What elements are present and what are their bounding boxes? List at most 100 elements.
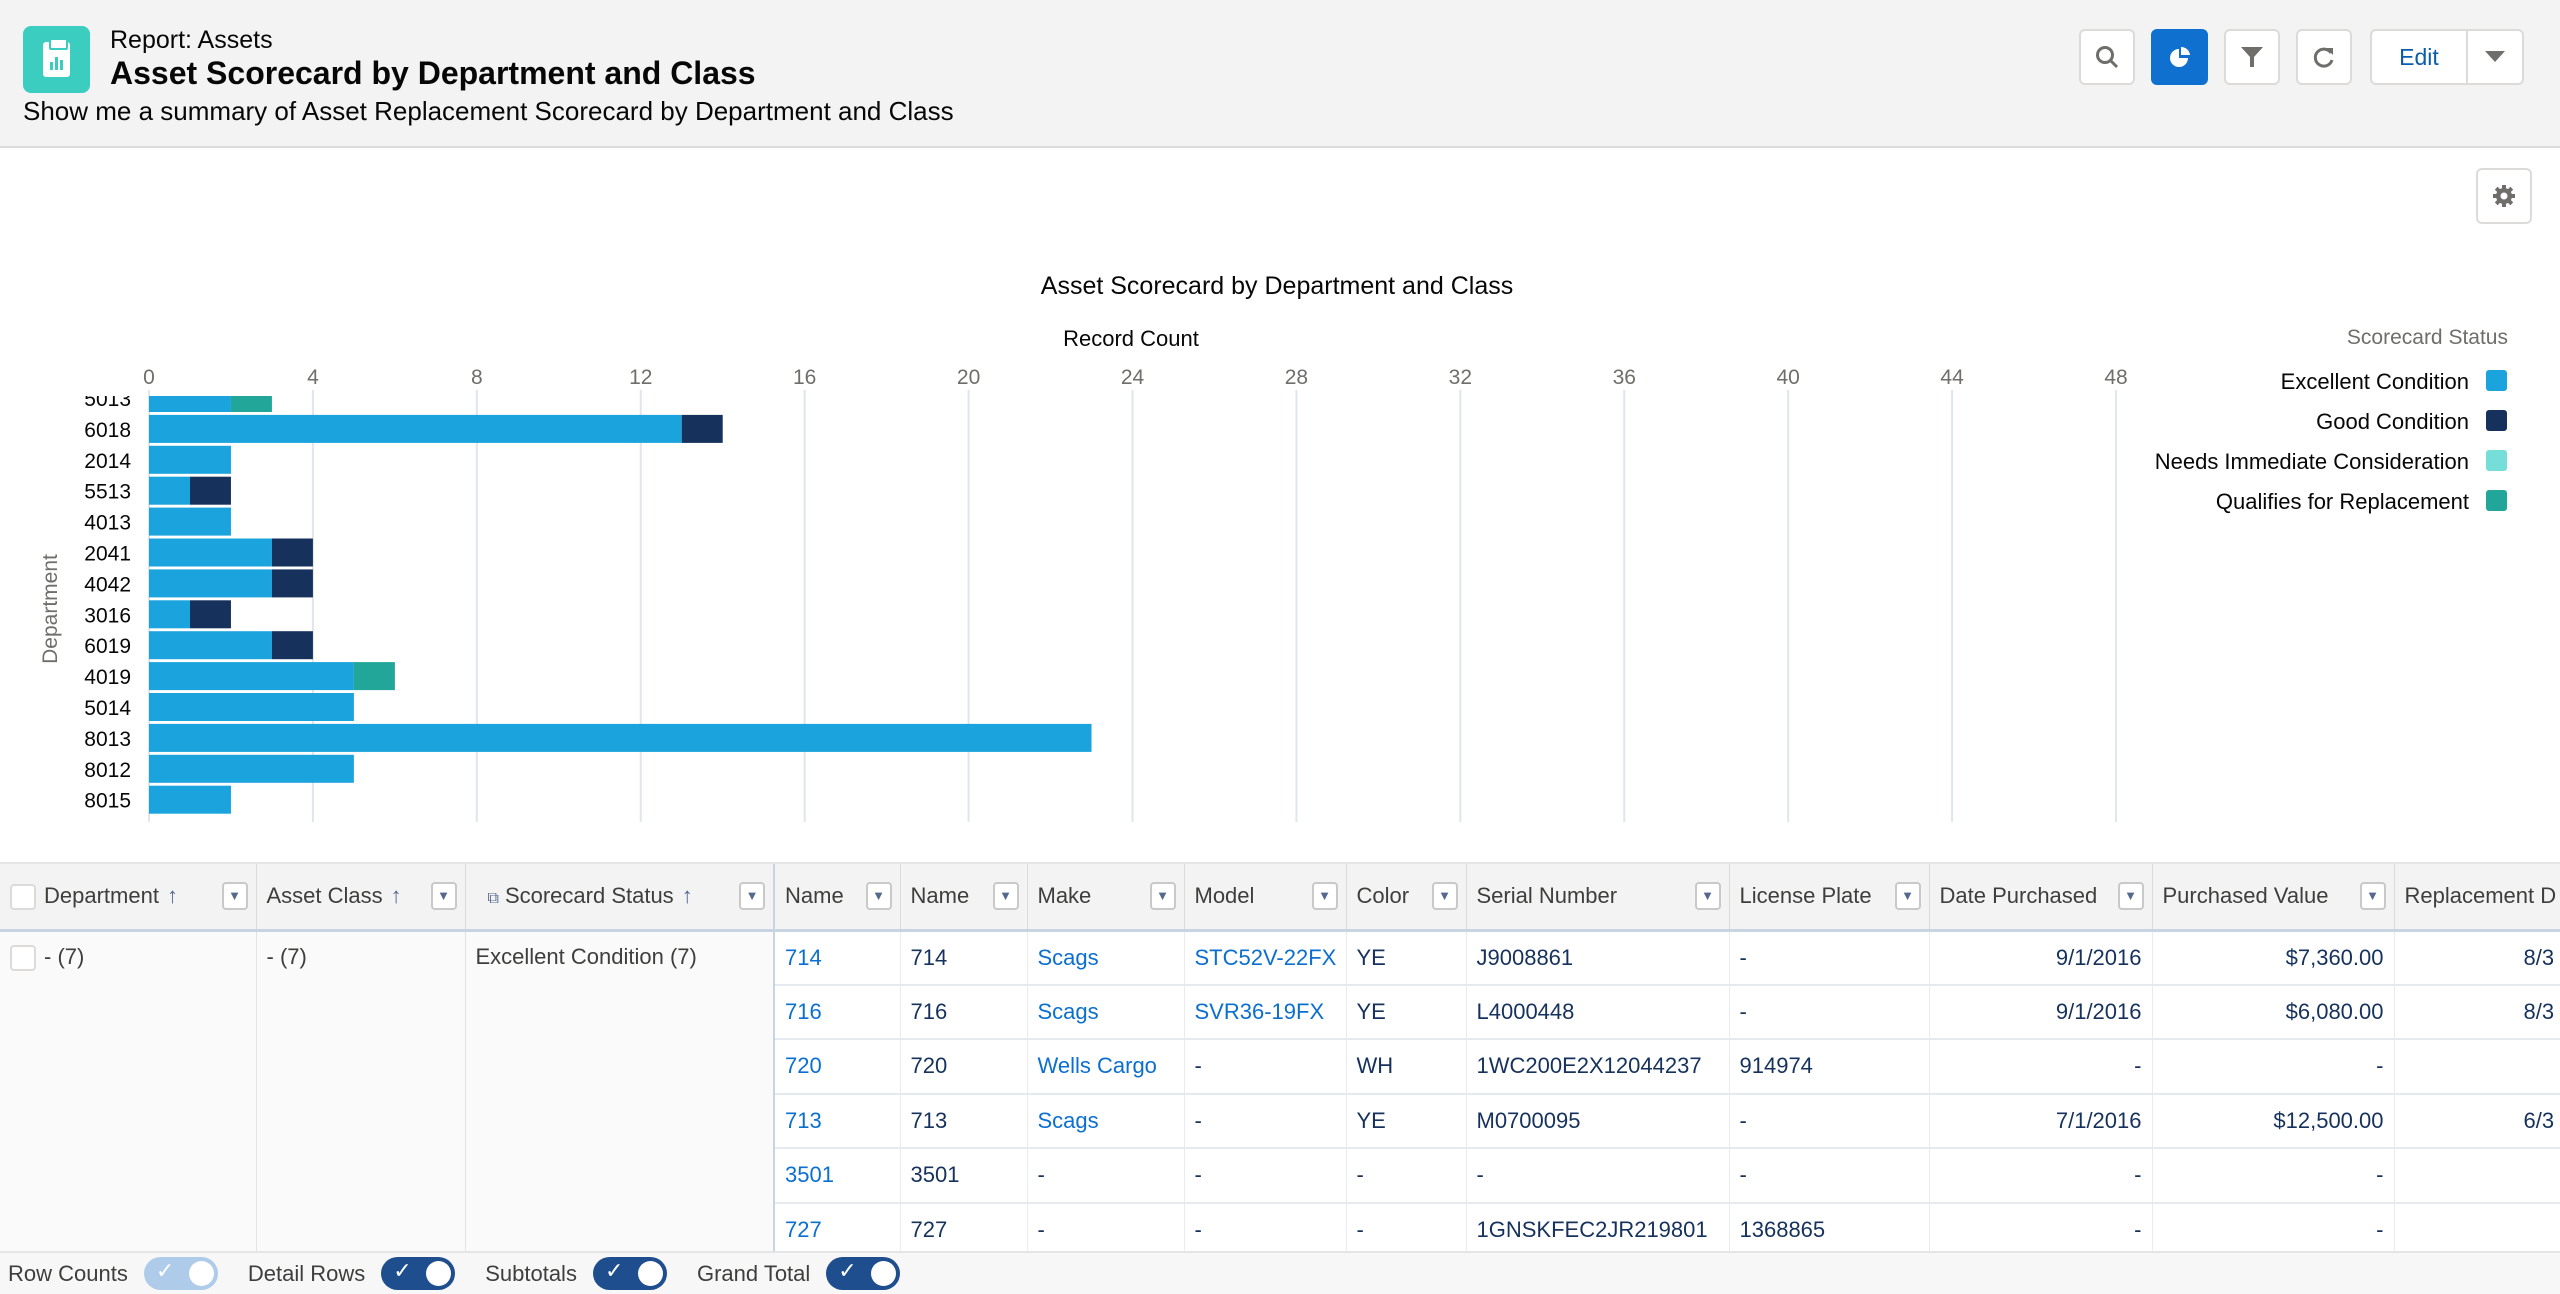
bar-segment[interactable] [189, 600, 231, 629]
table-cell: 1WC200E2X12044237 [1466, 1039, 1730, 1095]
bar-segment[interactable] [149, 662, 354, 691]
column-header[interactable]: Serial Number ▼ [1466, 864, 1730, 932]
column-menu-button[interactable]: ▼ [1311, 882, 1338, 910]
column-header[interactable]: Department ↑ ▼ [0, 864, 257, 932]
detail-rows-toggle[interactable]: ✓ [381, 1257, 456, 1290]
cell-value: 9/1/2016 [2055, 944, 2142, 970]
column-header[interactable]: Purchased Value ▼ [2152, 864, 2395, 932]
table-cell: 716 [774, 984, 901, 1040]
cell-value: $7,360.00 [2285, 944, 2384, 970]
record-link[interactable]: Scags [1038, 1108, 1099, 1133]
bar-segment[interactable] [230, 384, 272, 412]
dept-group-cell: - (7) [0, 930, 257, 1251]
search-icon [2096, 46, 2119, 69]
bar-segment[interactable] [149, 600, 190, 629]
column-header[interactable]: Asset Class ↑ ▼ [256, 864, 466, 932]
table-cell: 8/3 [2394, 930, 2560, 986]
column-header[interactable]: Replacement D [2394, 864, 2560, 932]
table-cell: - [1027, 1202, 1185, 1251]
legend-swatch[interactable] [2486, 490, 2507, 511]
x-tick-label: 24 [1121, 366, 1145, 389]
record-link[interactable]: Scags [1038, 945, 1099, 970]
subtotals-toggle[interactable]: ✓ [592, 1257, 667, 1290]
y-axis-label: Department [39, 554, 62, 664]
cell-value: - [1739, 998, 1747, 1024]
column-header[interactable]: Name ▼ [774, 864, 901, 932]
row-counts-toggle[interactable]: ✓ [143, 1257, 218, 1290]
column-menu-button[interactable]: ▼ [1694, 882, 1721, 910]
bar-segment[interactable] [149, 476, 190, 505]
bar-segment[interactable] [271, 631, 313, 660]
bar-segment[interactable] [149, 693, 354, 721]
bar-segment[interactable] [353, 662, 395, 691]
select-all-checkbox[interactable] [10, 883, 36, 910]
bar-segment[interactable] [149, 723, 1092, 752]
column-menu-button[interactable]: ▼ [2117, 882, 2144, 910]
search-button[interactable] [2079, 29, 2135, 85]
column-header[interactable]: License Plate ▼ [1729, 864, 1930, 932]
column-header[interactable]: Make ▼ [1027, 864, 1185, 932]
record-link[interactable]: 727 [785, 1217, 822, 1242]
report-header: Report: Assets Asset Scorecard by Depart… [0, 0, 2560, 148]
group-checkbox[interactable] [10, 944, 36, 971]
column-menu-button[interactable]: ▼ [2359, 882, 2386, 910]
grand-total-toggle[interactable]: ✓ [826, 1257, 901, 1290]
legend-swatch[interactable] [2486, 410, 2507, 431]
bar-segment[interactable] [149, 414, 682, 443]
refresh-icon [2313, 47, 2334, 68]
edit-button[interactable]: Edit [2372, 31, 2468, 83]
bar-segment[interactable] [149, 384, 231, 412]
record-link[interactable]: Wells Cargo [1038, 1053, 1157, 1078]
legend-title: Scorecard Status [2347, 326, 2508, 349]
column-header[interactable]: Name ▼ [900, 864, 1028, 932]
column-header[interactable]: Color ▼ [1346, 864, 1467, 932]
cell-value: 8/3 [2523, 944, 2555, 970]
bar-segment[interactable] [681, 414, 723, 443]
report-icon [23, 26, 90, 93]
column-header[interactable]: ⧉ Scorecard Status ↑ ▼ [465, 864, 775, 932]
column-header[interactable]: Model ▼ [1184, 864, 1347, 932]
bar-segment[interactable] [149, 785, 231, 814]
refresh-button[interactable] [2296, 29, 2352, 85]
record-link[interactable]: SVR36-19FX [1195, 999, 1325, 1024]
column-menu-button[interactable]: ▼ [221, 882, 248, 910]
column-menu-button[interactable]: ▼ [1431, 882, 1458, 910]
record-link[interactable]: Scags [1038, 999, 1099, 1024]
table-cell: 3501 [774, 1148, 901, 1204]
bar-segment[interactable] [149, 631, 272, 660]
bar-segment[interactable] [149, 569, 272, 598]
bar-segment[interactable] [149, 538, 272, 567]
table-cell: YE [1346, 1093, 1467, 1149]
record-link[interactable]: 716 [785, 999, 822, 1024]
record-link[interactable]: 720 [785, 1053, 822, 1078]
column-menu-button[interactable]: ▼ [1149, 882, 1176, 910]
cell-value: - [1194, 1216, 1202, 1242]
legend-swatch[interactable] [2486, 370, 2507, 391]
bar-segment[interactable] [149, 754, 354, 783]
column-menu-button[interactable]: ▼ [430, 882, 457, 910]
chart-toggle-button[interactable] [2151, 29, 2208, 85]
bar-segment[interactable] [271, 569, 313, 598]
column-header[interactable]: Date Purchased ▼ [1929, 864, 2153, 932]
chart-icon [2169, 46, 2190, 67]
record-link[interactable]: 713 [785, 1108, 822, 1133]
record-link[interactable]: 714 [785, 945, 822, 970]
column-menu-button[interactable]: ▼ [1894, 882, 1921, 910]
x-tick-label: 28 [1285, 366, 1308, 389]
bar-segment[interactable] [189, 476, 231, 505]
x-tick-label: 20 [957, 366, 980, 389]
bar-segment[interactable] [149, 507, 231, 536]
column-menu-button[interactable]: ▼ [739, 882, 765, 910]
bar-segment[interactable] [271, 538, 313, 567]
more-actions-button[interactable] [2468, 31, 2522, 83]
record-link[interactable]: 3501 [785, 1162, 834, 1187]
cell-value: 3501 [910, 1162, 960, 1188]
legend-swatch[interactable] [2486, 450, 2507, 471]
record-link[interactable]: STC52V-22FX [1195, 945, 1337, 970]
column-header-label: Date Purchased [1939, 883, 2098, 909]
column-menu-button[interactable]: ▼ [992, 882, 1019, 910]
bar-segment[interactable] [149, 445, 231, 474]
table-cell: 720 [774, 1039, 901, 1095]
column-menu-button[interactable]: ▼ [865, 882, 892, 910]
filter-button[interactable] [2224, 29, 2280, 85]
